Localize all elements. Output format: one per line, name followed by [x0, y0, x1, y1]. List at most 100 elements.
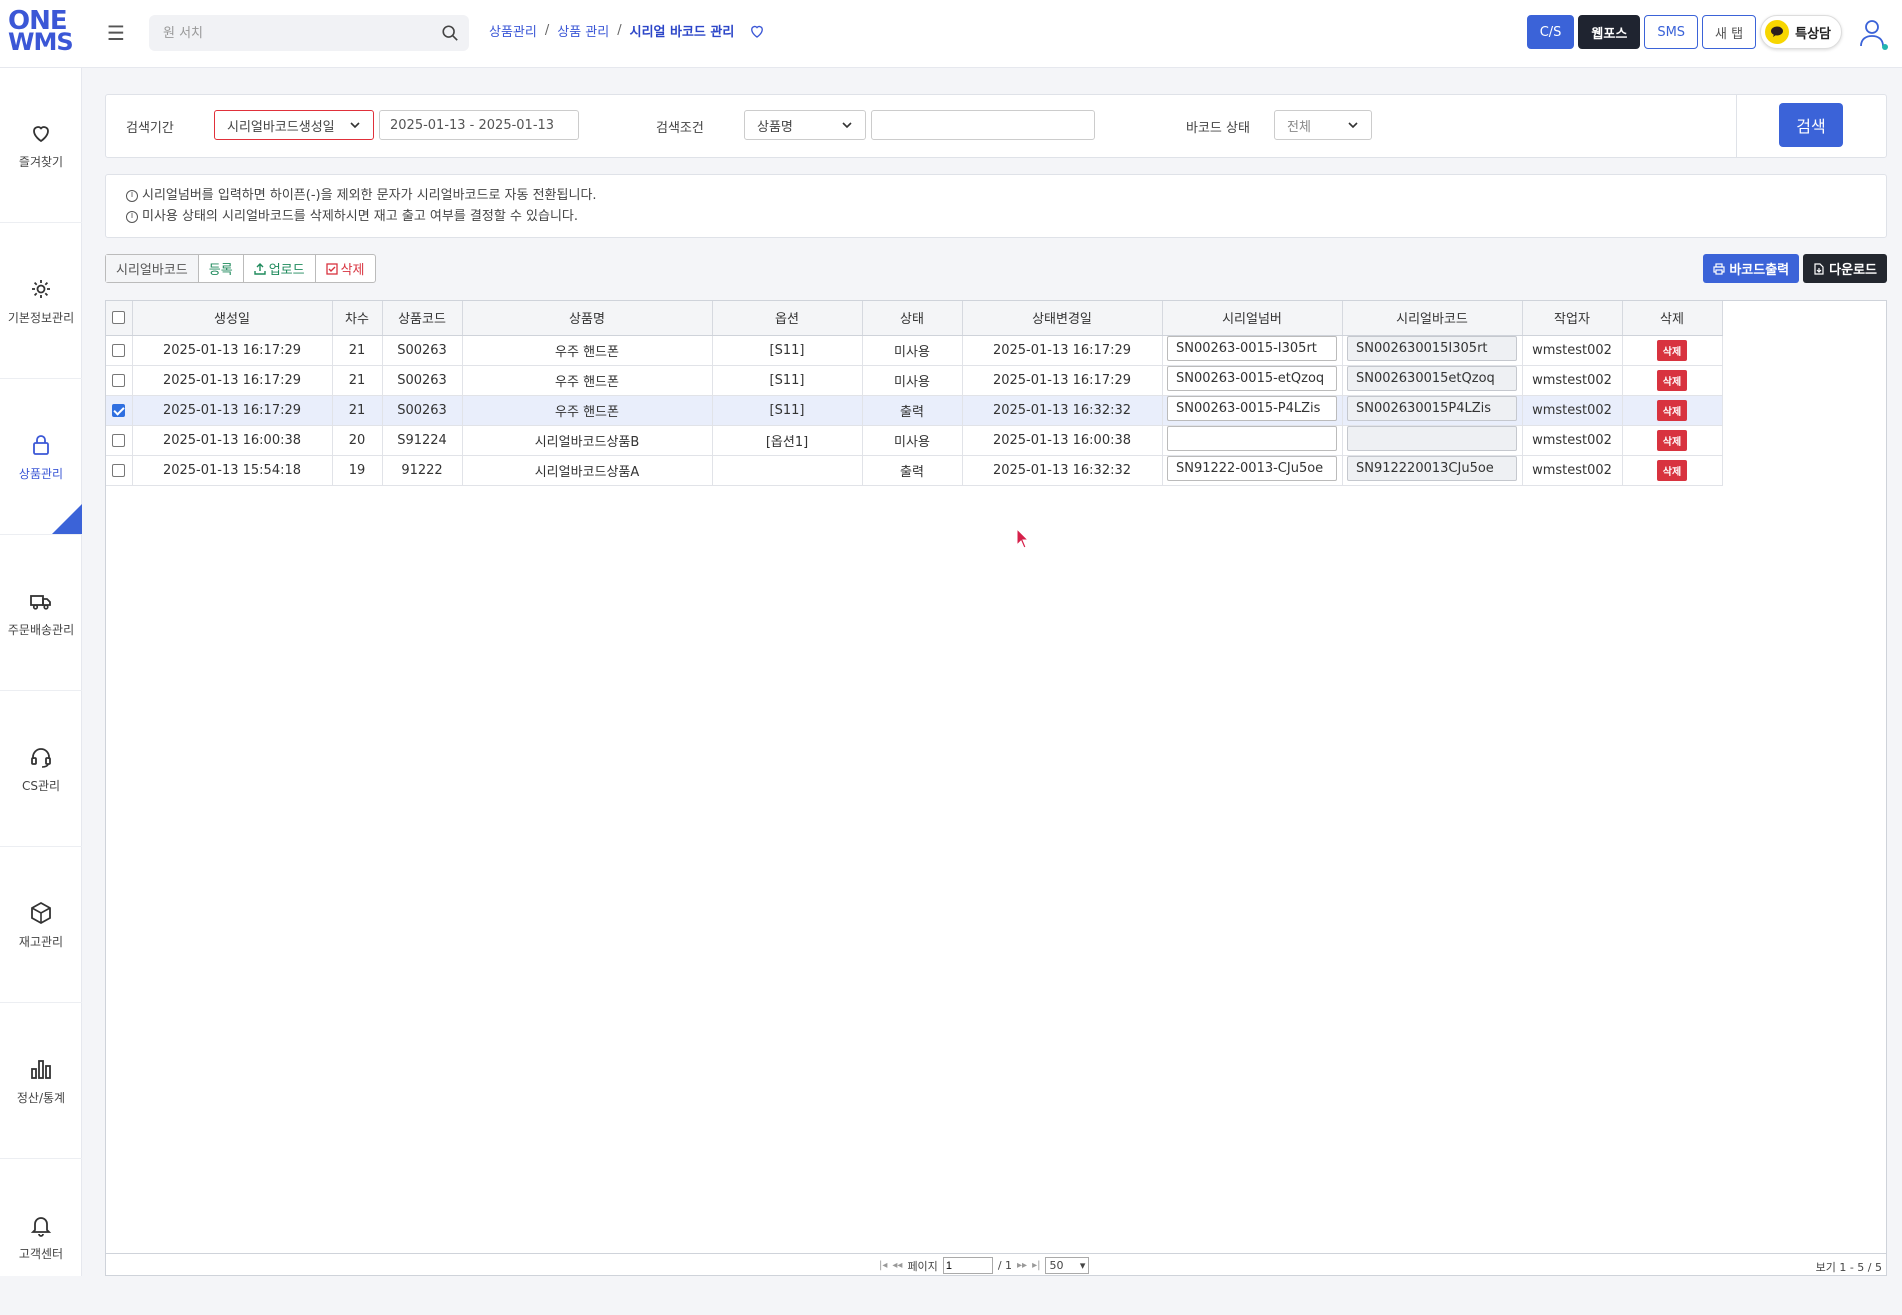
cell-created: 2025-01-13 16:17:29	[132, 395, 333, 426]
barcode-print-button[interactable]: 바코드출력	[1703, 254, 1800, 283]
kakao-label: 특상담	[1795, 26, 1831, 42]
barcode-status-select[interactable]: 전체	[1274, 110, 1372, 140]
checkbox-delete-icon	[325, 262, 338, 275]
date-range-input[interactable]	[379, 110, 579, 140]
cell-worker: wmstest002	[1522, 335, 1623, 366]
pagination-controls: |◂ ◂◂ 페이지 / 1 ▸▸ ▸| 50 ▾	[879, 1257, 1090, 1274]
column-header[interactable]: 상태변경일	[962, 301, 1163, 336]
cell-round: 19	[332, 455, 383, 486]
logo-line2: WMS	[8, 28, 74, 56]
sidebar-item-label: 상품관리	[18, 466, 64, 481]
serial-number-input[interactable]	[1167, 425, 1337, 451]
heart-icon	[33, 125, 49, 142]
row-checkbox[interactable]	[112, 373, 126, 387]
serial-number-input[interactable]: SN00263-0015-P4LZis	[1167, 395, 1337, 421]
bulk-delete-label: 삭제	[340, 263, 365, 278]
serial-barcode-toolbar: 시리얼바코드 등록 업로드 삭제	[105, 254, 376, 283]
header-select-all[interactable]	[106, 301, 133, 336]
row-checkbox[interactable]	[112, 463, 126, 477]
first-page-icon[interactable]: |◂	[879, 1260, 887, 1271]
sidebar-item-inventory[interactable]: 재고관리	[0, 848, 82, 1003]
search-button[interactable]: 검색	[1779, 103, 1843, 147]
register-button[interactable]: 등록	[199, 255, 244, 282]
favorite-heart-icon[interactable]	[748, 22, 766, 40]
search-input[interactable]	[149, 15, 419, 51]
table-row[interactable]: 2025-01-13 16:00:38 20 S91224 시리얼바코드상품B …	[106, 425, 1723, 456]
row-checkbox[interactable]	[112, 433, 126, 447]
sidebar-item-cs[interactable]: CS관리	[0, 692, 82, 847]
webpos-button[interactable]: 웹포스	[1578, 15, 1641, 49]
period-type-select[interactable]: 시리얼바코드생성일	[214, 110, 374, 140]
sidebar-item-order-delivery[interactable]: 주문배송관리	[0, 536, 82, 691]
last-page-icon[interactable]: ▸|	[1032, 1260, 1040, 1271]
cs-button[interactable]: C/S	[1526, 15, 1575, 49]
serial-barcode-field	[1347, 425, 1517, 451]
bulk-delete-button[interactable]: 삭제	[316, 255, 375, 282]
column-header[interactable]: 상품명	[462, 301, 713, 336]
serial-number-input[interactable]: SN00263-0015-etQzoq	[1167, 365, 1337, 391]
row-checkbox[interactable]	[112, 403, 126, 417]
serial-number-input[interactable]: SN91222-0013-CJu5oe	[1167, 455, 1337, 481]
search-filter-panel: 검색기간 시리얼바코드생성일 검색조건 상품명 바코드 상태 전체 검색	[105, 94, 1887, 158]
cell-changed: 2025-01-13 16:17:29	[962, 365, 1163, 396]
search-icon[interactable]	[441, 24, 459, 42]
row-delete-button[interactable]: 삭제	[1656, 429, 1688, 451]
sidebar-item-customer-center[interactable]: 고객센터	[0, 1160, 82, 1315]
column-header[interactable]: 시리얼넘버	[1162, 301, 1343, 336]
pagination-bar: |◂ ◂◂ 페이지 / 1 ▸▸ ▸| 50 ▾ 보기 1 - 5 / 5	[106, 1253, 1886, 1275]
new-tab-button[interactable]: 새 탭	[1702, 15, 1757, 49]
table-row[interactable]: 2025-01-13 16:17:29 21 S00263 우주 핸드폰 [S1…	[106, 395, 1723, 426]
info-icon: i	[126, 189, 138, 202]
page-number-input[interactable]	[942, 1257, 993, 1274]
column-header[interactable]: 시리얼바코드	[1342, 301, 1523, 336]
sidebar-item-label: CS관리	[21, 778, 61, 793]
select-all-checkbox[interactable]	[112, 311, 126, 325]
download-button[interactable]: 다운로드	[1803, 254, 1887, 283]
cell-code: S00263	[382, 365, 463, 396]
cell-option	[712, 455, 863, 486]
condition-type-select[interactable]: 상품명	[744, 110, 866, 140]
cell-name: 우주 핸드폰	[462, 395, 713, 426]
hamburger-menu-icon[interactable]: ☰	[107, 22, 125, 44]
condition-value-input[interactable]	[871, 110, 1095, 140]
page-size-select[interactable]: 50 ▾	[1045, 1257, 1090, 1274]
row-delete-button[interactable]: 삭제	[1656, 459, 1688, 481]
sidebar-item-settlement[interactable]: 정산/통계	[0, 1004, 82, 1159]
serial-barcode-field: SN912220013CJu5oe	[1347, 455, 1517, 481]
kakao-chat-button[interactable]: 특상담	[1760, 15, 1842, 49]
table-row[interactable]: 2025-01-13 15:54:18 19 91222 시리얼바코드상품A 출…	[106, 455, 1723, 486]
cell-changed: 2025-01-13 16:00:38	[962, 425, 1163, 456]
table-row[interactable]: 2025-01-13 16:17:29 21 S00263 우주 핸드폰 [S1…	[106, 365, 1723, 396]
column-header[interactable]: 삭제	[1622, 301, 1723, 336]
column-header[interactable]: 상품코드	[382, 301, 463, 336]
mouse-cursor-icon	[1016, 528, 1030, 549]
row-delete-button[interactable]: 삭제	[1656, 369, 1688, 391]
row-delete-button[interactable]: 삭제	[1656, 339, 1688, 361]
column-header[interactable]: 생성일	[132, 301, 333, 336]
serial-barcode-grid: 생성일 차수 상품코드 상품명 옵션 상태 상태변경일 시리얼넘버 시리얼바코드…	[105, 300, 1887, 1276]
column-header[interactable]: 작업자	[1522, 301, 1623, 336]
sidebar-item-basic-info[interactable]: 기본정보관리	[0, 224, 82, 379]
serial-number-input[interactable]: SN00263-0015-I305rt	[1167, 335, 1337, 361]
notice-text-1: 시리얼넘버를 입력하면 하이픈(-)을 제외한 문자가 시리얼바코드로 자동 전…	[142, 188, 597, 203]
cell-worker: wmstest002	[1522, 425, 1623, 456]
sms-button[interactable]: SMS	[1644, 15, 1699, 49]
app-logo[interactable]: ONE WMS	[8, 8, 74, 58]
upload-icon	[253, 262, 266, 275]
column-header[interactable]: 옵션	[712, 301, 863, 336]
chevron-down-icon	[1348, 122, 1358, 129]
sidebar-item-favorites[interactable]: 즐겨찾기	[0, 68, 82, 223]
serial-barcode-field: SN002630015P4LZis	[1347, 395, 1517, 421]
user-profile-icon[interactable]	[1858, 18, 1886, 48]
sidebar-item-product-management[interactable]: 상품관리	[0, 380, 82, 535]
row-delete-button[interactable]: 삭제	[1656, 399, 1688, 421]
table-row[interactable]: 2025-01-13 16:17:29 21 S00263 우주 핸드폰 [S1…	[106, 335, 1723, 366]
upload-button[interactable]: 업로드	[244, 255, 316, 282]
row-checkbox[interactable]	[112, 343, 126, 357]
breadcrumb-item-product[interactable]: 상품 관리	[557, 21, 609, 40]
column-header[interactable]: 상태	[862, 301, 963, 336]
prev-page-icon[interactable]: ◂◂	[892, 1260, 902, 1271]
column-header[interactable]: 차수	[332, 301, 383, 336]
next-page-icon[interactable]: ▸▸	[1017, 1260, 1027, 1271]
breadcrumb-item-product-management[interactable]: 상품관리	[489, 21, 537, 40]
